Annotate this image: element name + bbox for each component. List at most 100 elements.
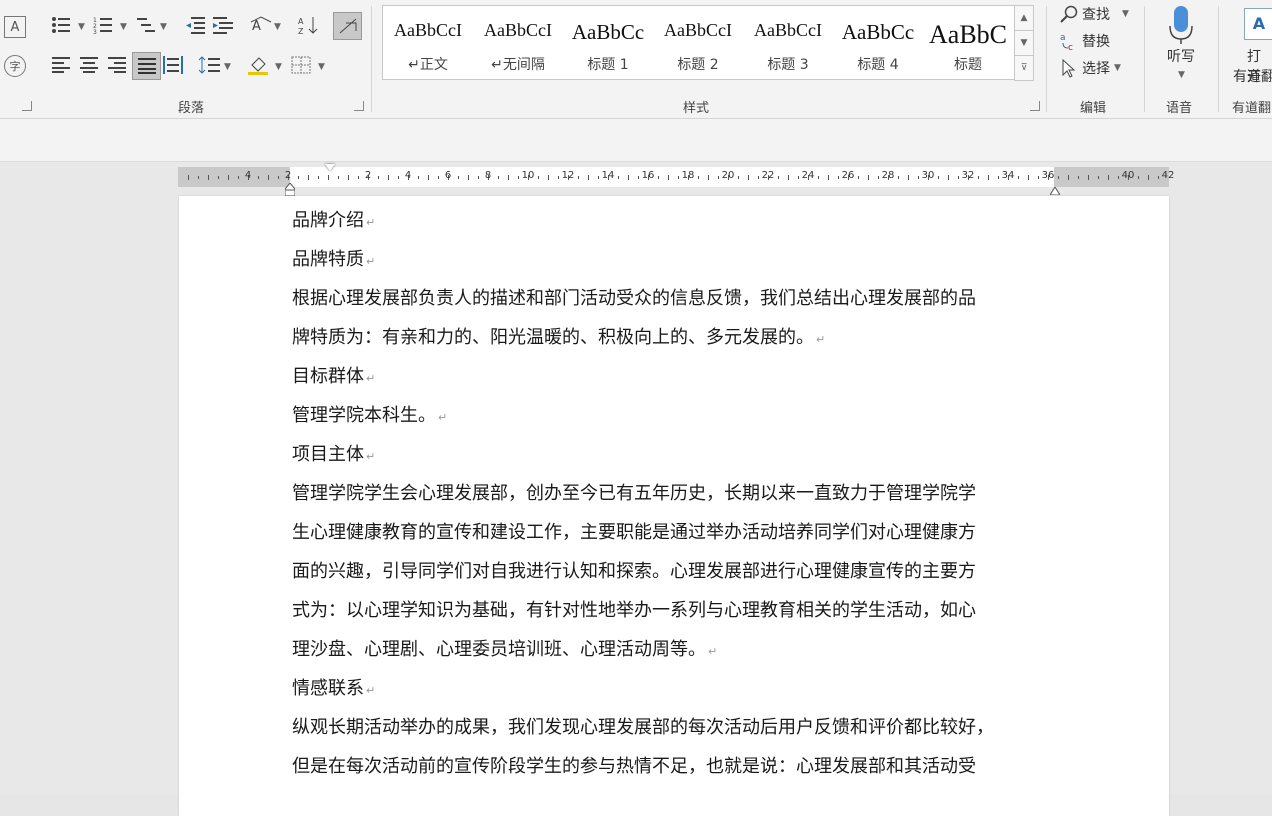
ruler-tick bbox=[578, 176, 579, 179]
styles-group-label: 样式 bbox=[683, 101, 710, 116]
dictate-button-label[interactable]: 听写 bbox=[1167, 46, 1195, 66]
line-text: 品牌特质 bbox=[292, 249, 364, 270]
gallery-more-button[interactable]: ⊽ bbox=[1014, 55, 1034, 81]
style-item[interactable]: AaBbCcI 标题 2 bbox=[653, 6, 743, 78]
left-indent-marker[interactable] bbox=[284, 181, 296, 197]
document-line[interactable]: 管理学院学生会心理发展部，创办至今已有五年历史，长期以来一直致力于管理学院学 bbox=[292, 479, 976, 505]
chevron-down-icon[interactable]: ▼ bbox=[274, 22, 281, 32]
paragraph-dialog-launcher[interactable] bbox=[354, 101, 364, 111]
multilevel-list-icon[interactable] bbox=[136, 14, 158, 36]
ruler-tick bbox=[208, 175, 209, 180]
youdao-open-sublabel[interactable]: 有道翻 bbox=[1233, 66, 1272, 86]
style-item[interactable]: AaBbCcI 标题 3 bbox=[743, 6, 833, 78]
line-text: 理沙盘、心理剧、心理委员培训班、心理活动周等。 bbox=[292, 639, 706, 660]
ruler-number: 4 bbox=[404, 170, 412, 181]
document-line[interactable]: 牌特质为：有亲和力的、阳光温暖的、积极向上的、多元发展的。 ↵ bbox=[292, 323, 825, 349]
style-name: ↵正文 bbox=[408, 57, 448, 73]
style-item[interactable]: AaBbCcI ↵正文 bbox=[383, 6, 473, 78]
style-item[interactable]: AaBbCc 标题 4 bbox=[833, 6, 923, 78]
select-button[interactable]: 选择 ▼ bbox=[1060, 58, 1121, 78]
chevron-down-icon[interactable]: ▼ bbox=[275, 62, 282, 72]
align-right-icon[interactable] bbox=[106, 54, 128, 76]
line-text: 项目主体 bbox=[292, 444, 364, 465]
decrease-indent-icon[interactable] bbox=[184, 14, 206, 36]
justify-icon[interactable] bbox=[132, 52, 161, 80]
replace-button[interactable]: ac 替换 bbox=[1060, 31, 1110, 51]
align-center-icon[interactable] bbox=[78, 54, 100, 76]
line-text: 品牌介绍 bbox=[292, 210, 364, 231]
first-line-indent-marker[interactable] bbox=[325, 164, 335, 171]
chinese-layout-icon[interactable]: A bbox=[250, 14, 272, 36]
shading-icon[interactable] bbox=[248, 54, 270, 76]
document-line[interactable]: 但是在每次活动前的宣传阶段学生的参与热情不足，也就是说：心理发展部和其活动受 bbox=[292, 752, 976, 778]
ruler-tick bbox=[1158, 176, 1159, 179]
gallery-scroll-down-button[interactable]: ▼ bbox=[1014, 30, 1034, 56]
ruler-number: 22 bbox=[761, 170, 775, 181]
style-sample: AaBbCcI bbox=[664, 20, 732, 40]
chevron-down-icon[interactable]: ▼ bbox=[78, 22, 85, 32]
bullets-icon[interactable] bbox=[50, 14, 72, 36]
ruler-tick bbox=[878, 176, 879, 179]
style-item[interactable]: AaBbC 标题 bbox=[923, 6, 1013, 78]
chevron-down-icon[interactable]: ▼ bbox=[318, 62, 325, 72]
sort-icon[interactable]: AZ bbox=[298, 14, 320, 36]
line-spacing-icon[interactable] bbox=[198, 54, 220, 76]
group-separator bbox=[1144, 6, 1145, 112]
document-page[interactable]: 品牌介绍 ↵ 品牌特质 ↵ 根据心理发展部负责人的描述和部门活动受众的信息反馈，我们总结… bbox=[179, 196, 1169, 816]
line-text: 管理学院本科生。 bbox=[292, 405, 436, 426]
style-name: 标题 1 bbox=[587, 57, 629, 73]
borders-icon[interactable] bbox=[290, 54, 312, 76]
ruler-tick bbox=[338, 176, 339, 179]
style-item[interactable]: AaBbCcI ↵无间隔 bbox=[473, 6, 563, 78]
document-line[interactable]: 生心理健康教育的宣传和建设工作，主要职能是通过举办活动培养同学们对心理健康方 bbox=[292, 518, 976, 544]
text-border-icon[interactable]: A bbox=[4, 16, 26, 38]
styles-dialog-launcher[interactable] bbox=[1030, 101, 1040, 111]
document-line[interactable]: 面的兴趣，引导同学们对自我进行认知和探索。心理发展部进行心理健康宣传的主要方 bbox=[292, 557, 976, 583]
ruler-tick bbox=[638, 176, 639, 179]
font-dialog-launcher[interactable] bbox=[22, 101, 32, 111]
style-item[interactable]: AaBbCc 标题 1 bbox=[563, 6, 653, 78]
phonetic-guide-icon[interactable]: 字 bbox=[4, 55, 26, 77]
group-separator bbox=[1218, 6, 1219, 112]
document-line[interactable]: 管理学院本科生。 ↵ bbox=[292, 401, 447, 427]
document-line[interactable]: 项目主体 ↵ bbox=[292, 440, 375, 466]
microphone-icon[interactable] bbox=[1168, 6, 1194, 44]
chevron-down-icon[interactable]: ▼ bbox=[160, 22, 167, 32]
increase-indent-icon[interactable] bbox=[212, 14, 234, 36]
ruler-tick bbox=[398, 176, 399, 179]
ruler-number: 10 bbox=[521, 170, 535, 181]
ruler-tick bbox=[428, 175, 429, 180]
right-indent-marker[interactable] bbox=[1049, 180, 1061, 196]
ruler-number: 20 bbox=[721, 170, 735, 181]
show-formatting-marks-icon[interactable] bbox=[333, 12, 362, 40]
ruler-tick bbox=[218, 176, 219, 179]
gallery-scroll-up-button[interactable]: ▲ bbox=[1014, 5, 1034, 31]
document-line[interactable]: 根据心理发展部负责人的描述和部门活动受众的信息反馈，我们总结出心理发展部的品 bbox=[292, 284, 976, 310]
numbering-icon[interactable]: 123 bbox=[92, 14, 114, 36]
translate-icon[interactable]: A bbox=[1244, 8, 1272, 40]
document-line[interactable]: 情感联系 ↵ bbox=[292, 674, 375, 700]
paragraph-mark-icon: ↵ bbox=[366, 216, 376, 229]
chevron-down-icon[interactable]: ▼ bbox=[224, 62, 231, 72]
document-line[interactable]: 目标群体 ↵ bbox=[292, 362, 375, 388]
style-name: 标题 2 bbox=[677, 57, 719, 73]
ruler-tick bbox=[1088, 175, 1089, 180]
align-left-icon[interactable] bbox=[50, 54, 72, 76]
find-button[interactable]: 查找 ▼ bbox=[1060, 4, 1129, 24]
ruler-tick bbox=[278, 176, 279, 179]
svg-text:A: A bbox=[298, 17, 304, 26]
paragraph-mark-icon: ↵ bbox=[366, 255, 376, 268]
ruler-tick bbox=[778, 176, 779, 179]
ruler-tick bbox=[298, 176, 299, 179]
distributed-align-icon[interactable] bbox=[162, 54, 184, 76]
document-line[interactable]: 品牌介绍 ↵ bbox=[292, 206, 375, 232]
chevron-down-icon[interactable]: ▼ bbox=[1178, 70, 1185, 80]
document-line[interactable]: 品牌特质 ↵ bbox=[292, 245, 375, 271]
voice-group-label: 语音 bbox=[1166, 101, 1193, 116]
document-line[interactable]: 式为：以心理学知识为基础，有针对性地举办一系列与心理教育相关的学生活动，如心 bbox=[292, 596, 976, 622]
ruler-tick bbox=[788, 175, 789, 180]
chevron-down-icon[interactable]: ▼ bbox=[120, 22, 127, 32]
ruler-tick bbox=[958, 176, 959, 179]
document-line[interactable]: 纵观长期活动举办的成果，我们发现心理发展部的每次活动后用户反馈和评价都比较好， bbox=[292, 713, 994, 739]
document-line[interactable]: 理沙盘、心理剧、心理委员培训班、心理活动周等。 ↵ bbox=[292, 635, 717, 661]
